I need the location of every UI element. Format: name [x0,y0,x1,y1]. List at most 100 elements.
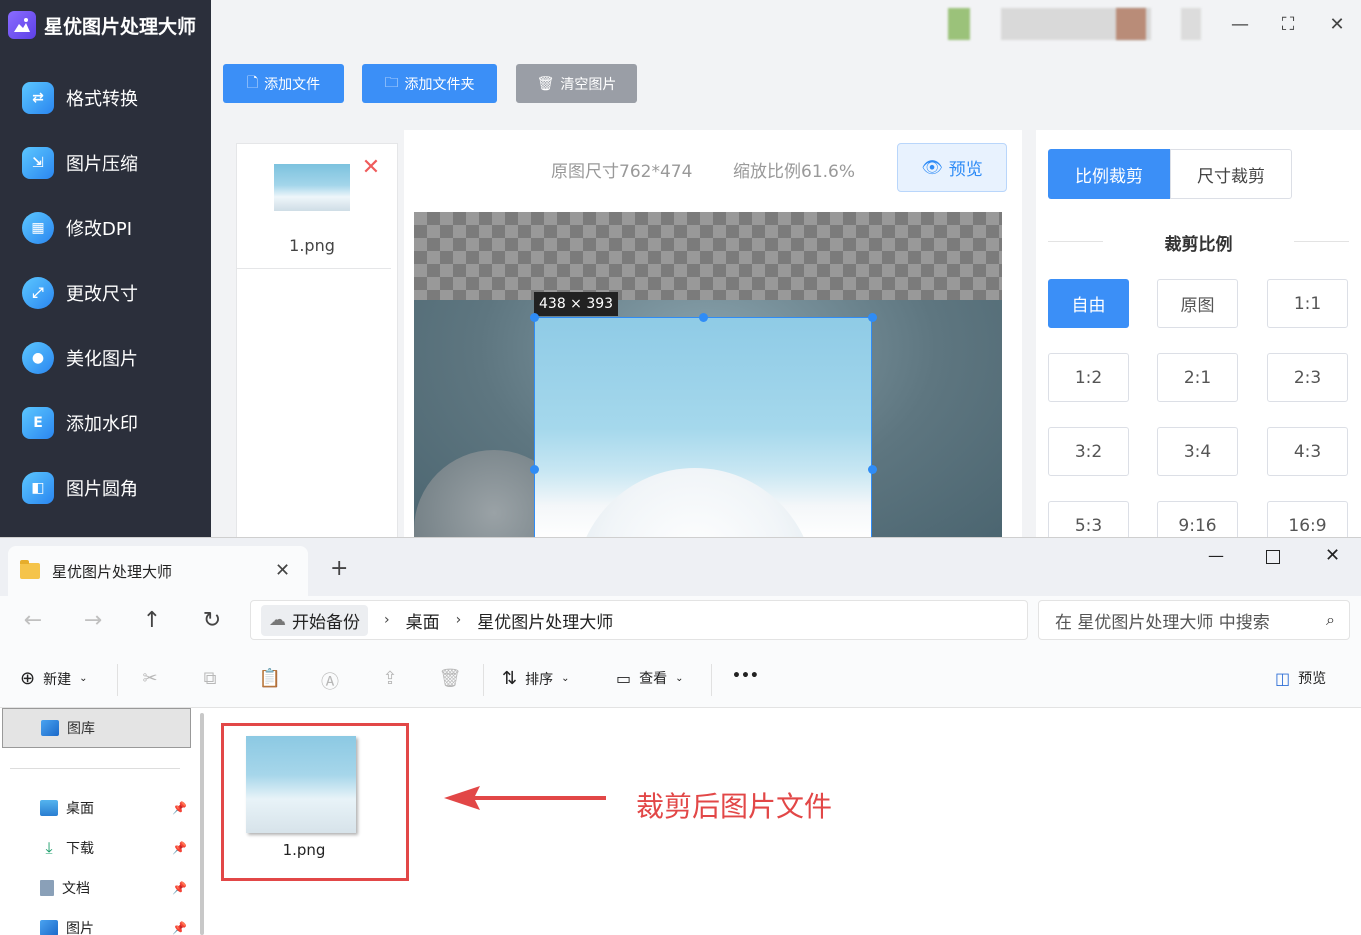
crop-handle-nw[interactable] [530,313,539,322]
sidebar-item-label: 更改尺寸 [66,284,138,305]
nav-item-gallery[interactable]: 图库 [2,708,191,748]
back-icon[interactable]: ← [20,608,46,633]
annotation-text: 裁剪后图片文件 [636,790,833,823]
breadcrumb-desktop[interactable]: 桌面 [406,608,440,633]
ratio-2-1-button[interactable]: 2:1 [1157,353,1238,402]
folder-outline-icon: 🗀 [384,74,399,91]
crop-handle-ne[interactable] [868,313,877,322]
chevron-down-icon: ⌄ [561,673,570,684]
ratio-1-2-button[interactable]: 1:2 [1048,353,1129,402]
resize-icon: ⤢ [22,277,54,309]
delete-icon[interactable]: 🗑 [438,668,462,689]
pin-icon[interactable]: 📌 [172,801,187,815]
sidebar-item-compress[interactable]: ⇲ 图片压缩 [0,138,211,188]
crop-handle-e[interactable] [868,465,877,474]
tab-ratio-crop[interactable]: 比例裁剪 [1048,149,1170,199]
share-icon[interactable]: ⇪ [378,668,402,689]
image-canvas[interactable]: 438 × 393 [414,212,1002,540]
ratio-3-2-button[interactable]: 3:2 [1048,427,1129,476]
explorer-tab[interactable]: 星优图片处理大师 ✕ [8,546,308,596]
sidebar-item-beautify[interactable]: ● 美化图片 [0,333,211,383]
nav-item-label: 图库 [67,721,95,737]
new-tab-icon[interactable]: + [330,556,348,581]
sidebar: 星优图片处理大师 ⇄ 格式转换 ⇲ 图片压缩 ▦ 修改DPI ⤢ 更改尺寸 ● … [0,0,211,540]
sidebar-item-resize[interactable]: ⤢ 更改尺寸 [0,268,211,318]
file-name: 1.png [289,236,335,255]
navigation-pane: 图库 桌面 📌 ⤓ 下载 📌 文档 📌 图片 📌 [0,708,200,935]
ratio-4-3-button[interactable]: 4:3 [1267,427,1348,476]
cloud-backup-icon: ☁ [269,610,286,630]
pin-icon[interactable]: 📌 [172,841,187,855]
divider [483,664,484,696]
breadcrumb-root[interactable]: ☁ 开始备份 [261,604,368,636]
ratio-2-3-button[interactable]: 2:3 [1267,353,1348,402]
fullscreen-icon[interactable]: ⛶ [1275,12,1301,38]
explorer-tab-label: 星优图片处理大师 [52,562,173,581]
divider [711,664,712,696]
file-thumbnail[interactable] [274,164,350,211]
nav-item-desktop[interactable]: 桌面 📌 [40,796,190,820]
copy-icon[interactable]: ⧉ [198,668,222,689]
search-input[interactable]: 在 星优图片处理大师 中搜索 ⌕ [1038,600,1350,640]
maximize-icon[interactable] [1266,550,1280,564]
view-button[interactable]: ▭ 查看 ⌄ [616,668,684,688]
search-placeholder: 在 星优图片处理大师 中搜索 [1055,612,1270,633]
breadcrumb-folder[interactable]: 星优图片处理大师 [477,608,613,633]
cut-icon[interactable]: ✂ [138,668,162,689]
ratio-1-1-button[interactable]: 1:1 [1267,279,1348,328]
nav-item-documents[interactable]: 文档 📌 [40,876,190,900]
crop-handle-n[interactable] [699,313,708,322]
preview-pane-label: 预览 [1298,671,1327,687]
sidebar-item-format-convert[interactable]: ⇄ 格式转换 [0,73,211,123]
pin-icon[interactable]: 📌 [172,921,187,935]
rename-icon[interactable]: Ⓐ [318,668,342,694]
file-explorer-window: 星优图片处理大师 ✕ + — ✕ ← → ↑ ↻ ☁ 开始备份 › 桌面 › 星… [0,537,1361,935]
sidebar-item-rounded-corner[interactable]: ◧ 图片圆角 [0,463,211,513]
ratio-3-4-button[interactable]: 3:4 [1157,427,1238,476]
user-badge [1116,8,1146,40]
sidebar-item-label: 格式转换 [66,89,138,110]
sort-button[interactable]: ⇅ 排序 ⌄ [502,668,569,689]
sidebar-item-watermark[interactable]: E 添加水印 [0,398,211,448]
nav-item-downloads[interactable]: ⤓ 下载 📌 [40,836,190,860]
sidebar-item-label: 图片压缩 [66,154,138,175]
add-file-button[interactable]: 🗋 添加文件 [223,64,344,103]
close-icon[interactable]: ✕ [1325,545,1340,566]
preview-label: 预览 [948,160,983,180]
forward-icon[interactable]: → [80,608,106,633]
explorer-nav-bar: ← → ↑ ↻ ☁ 开始备份 › 桌面 › 星优图片处理大师 在 星优图片处理大… [0,596,1361,652]
nav-item-pictures[interactable]: 图片 📌 [40,916,190,935]
nav-item-label: 文档 [62,881,90,897]
ratio-original-button[interactable]: 原图 [1157,279,1238,328]
tab-size-crop[interactable]: 尺寸裁剪 [1170,149,1292,199]
remove-file-icon[interactable]: ✕ [361,157,381,179]
up-icon[interactable]: ↑ [139,608,165,633]
scrollbar[interactable] [200,713,204,935]
search-icon[interactable]: ⌕ [1326,610,1335,630]
pin-icon[interactable]: 📌 [172,881,187,895]
crop-handle-w[interactable] [530,465,539,474]
sidebar-item-dpi[interactable]: ▦ 修改DPI [0,203,211,253]
file-item[interactable]: 1.png [221,723,409,881]
ratio-free-button[interactable]: 自由 [1048,279,1129,328]
more-options-icon[interactable]: ••• [732,668,759,684]
preview-button[interactable]: 👁 预览 [897,143,1007,192]
add-folder-button[interactable]: 🗀 添加文件夹 [362,64,497,103]
clear-images-button[interactable]: 🗑 清空图片 [516,64,637,103]
paste-icon[interactable]: 📋 [258,668,282,689]
file-thumbnail [246,736,356,833]
cloud-shape [575,468,815,539]
address-bar[interactable]: ☁ 开始备份 › 桌面 › 星优图片处理大师 [250,600,1028,640]
view-label: 查看 [639,671,668,687]
preview-pane-button[interactable]: ◫ 预览 [1275,668,1326,688]
minimize-icon[interactable]: — [1208,546,1224,565]
close-icon[interactable]: ✕ [1324,12,1350,38]
pictures-icon [40,920,58,935]
explorer-tab-bar: 星优图片处理大师 ✕ + — ✕ [0,538,1361,596]
new-button[interactable]: ⊕ 新建 ⌄ [20,668,87,689]
crop-box[interactable] [534,317,872,540]
tab-close-icon[interactable]: ✕ [275,560,290,581]
user-extra [1181,8,1201,40]
minimize-icon[interactable]: — [1227,12,1253,38]
refresh-icon[interactable]: ↻ [199,608,225,633]
